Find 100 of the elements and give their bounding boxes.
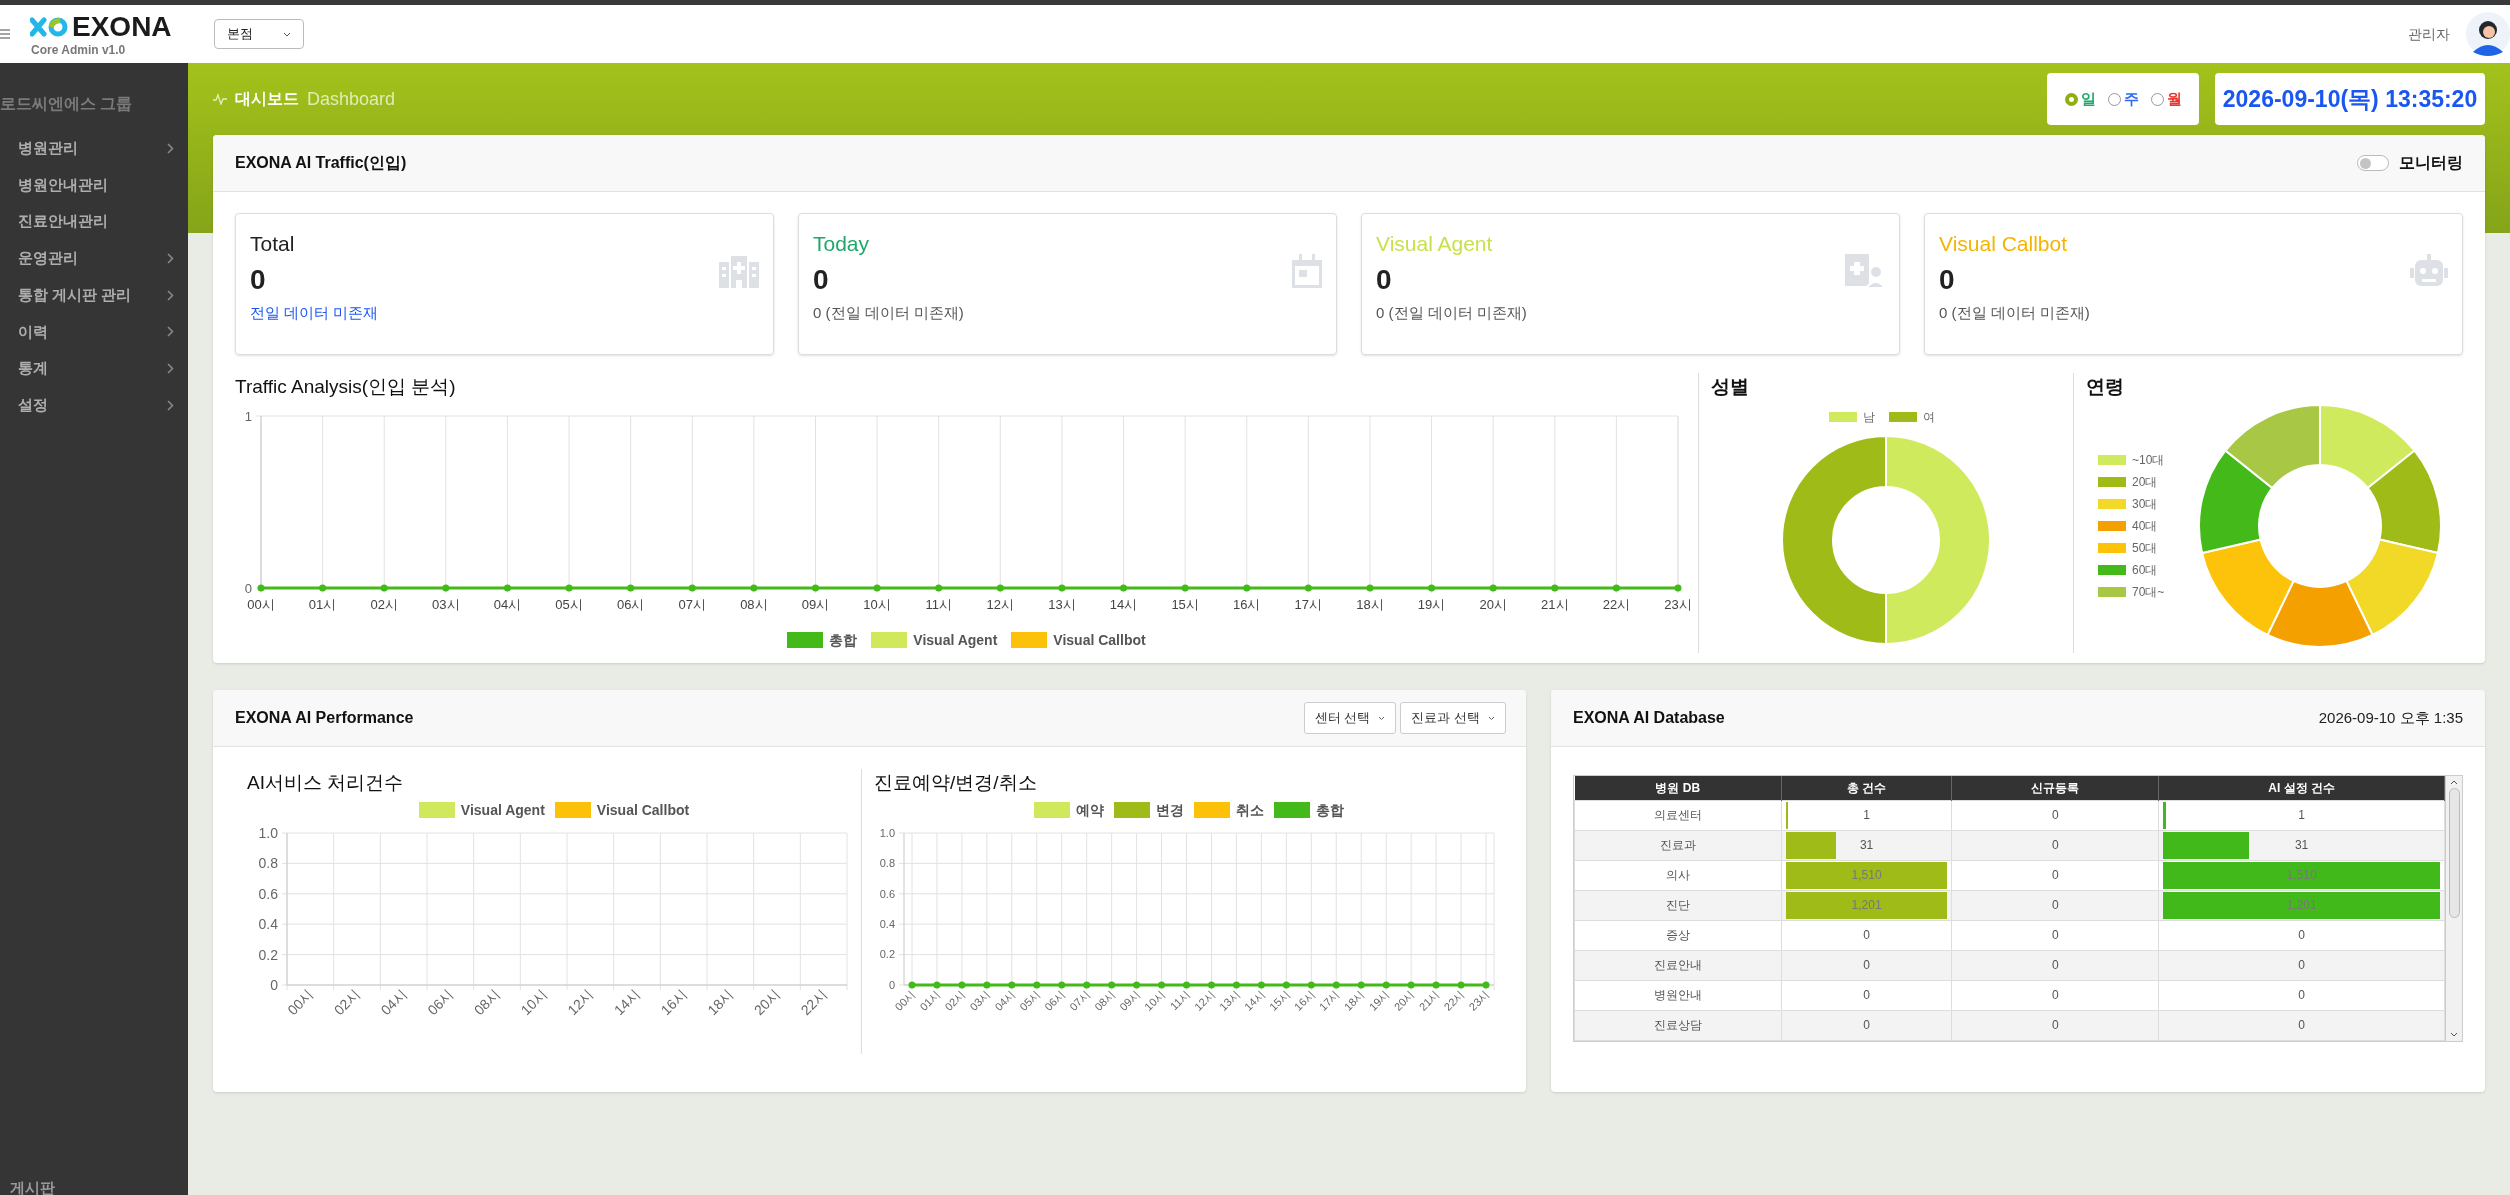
legend-label: Visual Callbot <box>1053 630 1146 650</box>
stat-title: Total <box>250 231 296 257</box>
filter-dropdown[interactable]: 센터 선택 <box>1303 702 1397 734</box>
data-point <box>812 584 819 591</box>
axis-tick-label: 06시 <box>616 596 645 612</box>
stat-note: 0 (전일 데이터 미존재) <box>1939 302 2090 323</box>
data-point <box>1382 981 1390 988</box>
data-point <box>1432 981 1440 988</box>
data-point <box>1612 584 1620 591</box>
pulse-icon <box>213 93 227 105</box>
chart-title: AI서비스 처리건수 <box>247 771 405 795</box>
chevron-icon <box>167 289 174 301</box>
axis-tick-label: 0 <box>244 580 252 596</box>
axis-tick-label: 18시 <box>1356 596 1384 612</box>
legend-label: ~10대 <box>2132 451 2165 469</box>
legend-label: 30대 <box>2132 495 2158 513</box>
logo-text: EXONA <box>72 12 172 41</box>
scrollbar[interactable] <box>2445 776 2462 1041</box>
axis-tick-label: 11시 <box>925 596 952 612</box>
data-point <box>1332 981 1340 988</box>
sidebar-group-title: 로드씨엔에스 그룹 <box>0 94 134 114</box>
id-card-person-icon <box>1845 254 1885 288</box>
data-point <box>1120 584 1127 591</box>
legend-label: 여 <box>1923 408 1935 426</box>
cell-value: 0 <box>2050 1017 2060 1034</box>
data-point <box>1457 981 1465 988</box>
filter-dropdown[interactable]: 진료과 선택 <box>1400 702 1506 734</box>
chart-title: Traffic Analysis(인입 분석) <box>235 375 457 399</box>
axis-tick-label: 21시 <box>1541 596 1569 612</box>
legend-label: Visual Agent <box>913 630 998 650</box>
legend-label: 50대 <box>2132 539 2158 557</box>
sidebar-item[interactable]: 병원안내관리 <box>0 166 188 204</box>
scroll-down-icon[interactable] <box>2449 1030 2459 1039</box>
chart-title: 진료예약/변경/취소 <box>874 771 1038 795</box>
data-point <box>565 584 573 591</box>
data-point <box>1304 584 1312 591</box>
data-point <box>688 584 696 591</box>
cell-value: 0 <box>1862 957 1871 974</box>
data-point <box>1033 981 1041 988</box>
data-point <box>257 584 265 591</box>
sidebar-item[interactable]: 통계 <box>0 350 188 387</box>
axis-tick-label: 07시 <box>678 596 706 612</box>
data-point <box>1108 981 1116 988</box>
period-radio[interactable]: 월 <box>2150 87 2182 111</box>
legend-label: 예약 <box>1076 800 1104 820</box>
chevron-icon <box>167 362 174 374</box>
data-point <box>1674 584 1682 591</box>
cell-value: 0 <box>2297 927 2306 944</box>
stat-title: Today <box>813 231 871 257</box>
sidebar-item[interactable]: 게시판 <box>10 1176 55 1195</box>
sidebar-item[interactable]: 진료안내관리 <box>0 203 188 241</box>
legend-label: 70대~ <box>2132 583 2165 601</box>
axis-tick-label: 14시 <box>1109 596 1138 612</box>
cell-value: 0 <box>2297 957 2306 974</box>
cell-value: 1,201 <box>1850 897 1883 914</box>
cell-value: 0 <box>1862 1017 1871 1034</box>
stat-note: 0 (전일 데이터 미존재) <box>1376 302 1527 323</box>
cell-value: 1,510 <box>2285 867 2318 884</box>
sidebar-item[interactable]: 병원관리 <box>0 130 188 167</box>
axis-tick-label: 05시 <box>555 596 583 612</box>
scroll-up-icon[interactable] <box>2449 778 2459 786</box>
cell-value: 0 <box>1862 987 1871 1004</box>
page-title: 대시보드 <box>235 89 299 109</box>
axis-tick-label: 02시 <box>370 596 398 612</box>
data-point <box>1366 584 1374 591</box>
caret-icon <box>1378 715 1386 721</box>
cell-value: 0 <box>1862 927 1871 944</box>
data-point <box>1083 981 1091 988</box>
timestamp: 2026-09-10 오후 1:35 <box>2318 707 2463 728</box>
data-point <box>908 981 916 988</box>
axis-tick-label: 01시 <box>308 596 337 612</box>
branch-select[interactable]: 본점 <box>214 19 304 49</box>
user-name: 관리자 <box>2408 24 2450 44</box>
cell-value: 0 <box>2050 837 2060 854</box>
period-radio[interactable]: 주 <box>2107 87 2139 111</box>
axis-tick-label: 0.4 <box>258 915 278 932</box>
cell-value: 0 <box>2297 1017 2306 1034</box>
axis-tick-label: 20시 <box>1479 596 1507 612</box>
legend-label: Visual Callbot <box>596 800 690 820</box>
card-title: EXONA AI Performance <box>235 708 414 728</box>
period-label: 주 <box>2123 88 2139 109</box>
monitoring-toggle[interactable] <box>2357 155 2389 171</box>
sidebar-item[interactable]: 통합 게시판 관리 <box>0 276 188 314</box>
legend-label: 총합 <box>1316 800 1344 820</box>
axis-tick-label: 0.8 <box>879 856 895 869</box>
chart-title: 연령 <box>2086 375 2125 399</box>
sidebar-item[interactable]: 설정 <box>0 386 188 424</box>
avatar-icon[interactable] <box>2466 12 2510 56</box>
data-point <box>319 584 327 591</box>
axis-tick-label: 19시 <box>1417 596 1446 612</box>
cell-value: 증상 <box>1664 927 1691 944</box>
sidebar-item[interactable]: 이력 <box>0 313 188 351</box>
stat-title: Visual Callbot <box>1939 231 2069 257</box>
sidebar-item[interactable]: 운영관리 <box>0 240 188 277</box>
cell-value: 병원안내 <box>1652 987 1703 1004</box>
caret-icon <box>1488 715 1495 721</box>
period-radio[interactable]: 일 <box>2064 87 2096 111</box>
cell-value: 0 <box>2050 987 2060 1004</box>
axis-tick-label: 1.0 <box>879 826 895 839</box>
data-point <box>935 584 943 591</box>
